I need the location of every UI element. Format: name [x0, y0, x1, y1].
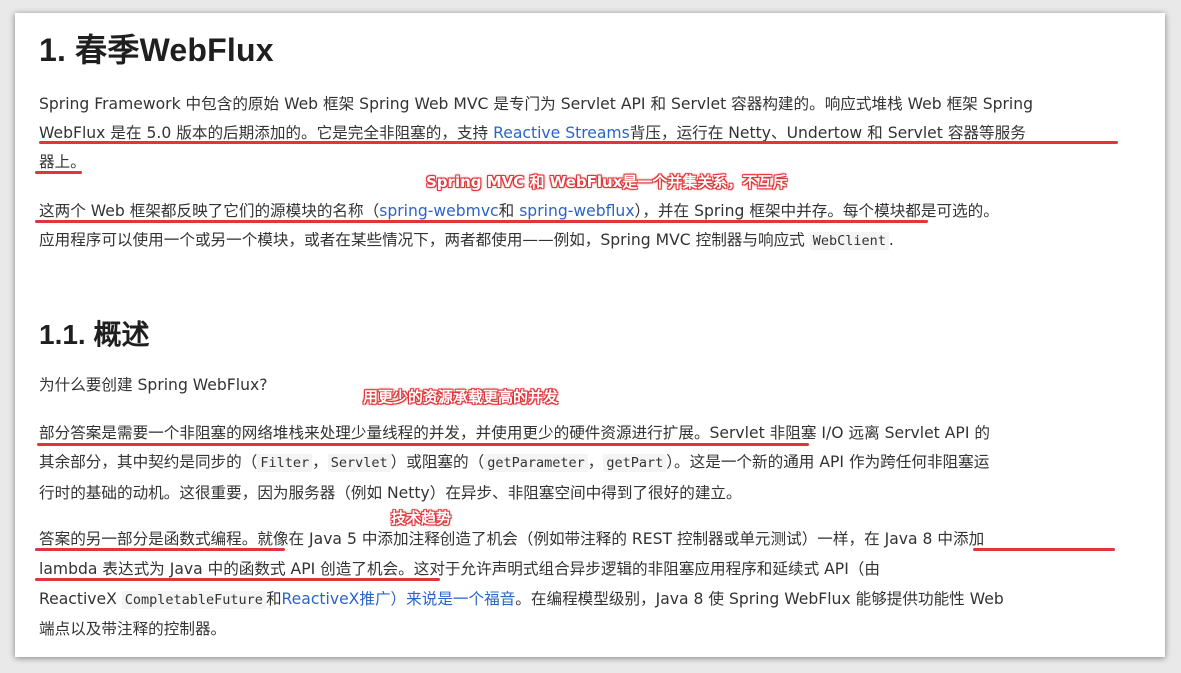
question-text: 为什么要创建 Spring WebFlux? [39, 376, 268, 394]
para2-text: 这两个 Web 框架都反映了它们的源模块的名称（ [39, 202, 380, 220]
underline-mark [973, 548, 1115, 551]
completablefuture-code: CompletableFuture [121, 591, 266, 609]
underline-mark [35, 220, 928, 223]
document-card: 1. 春季WebFlux Spring Framework 中包含的原始 Web… [15, 13, 1165, 657]
para2-text: 和 [498, 202, 520, 220]
underline-mark [35, 171, 82, 174]
reactive-streams-link[interactable]: Reactive Streams [493, 124, 630, 142]
para3-text: ）。这是一个新的通用 API 作为跨任何非阻塞运 [666, 453, 990, 471]
para3-text: ， [312, 453, 328, 471]
para3-line3: 行时的基础的动机。这很重要，因为服务器（例如 Netty）在异步、非阻塞空间中得… [39, 484, 742, 502]
section-title: 1.1. 概述 [39, 319, 150, 350]
para4-text: ReactiveX [39, 590, 122, 608]
underline-mark [35, 548, 285, 551]
getpart-code: getPart [603, 454, 667, 472]
para2-text: . [888, 231, 894, 249]
para2-line2: 应用程序可以使用一个或另一个模块，或者在某些情况下，两者都使用——例如，Spri… [39, 225, 894, 256]
para3-text: ）或阻塞的（ [390, 453, 485, 471]
annotation-concurrency: 用更少的资源承载更高的并发 [363, 388, 559, 406]
spring-webmvc-link[interactable]: spring-webmvc [379, 202, 498, 220]
para4-text: 。在编程模型级别，Java 8 使 Spring WebFlux 能够提供功能性… [515, 590, 1004, 608]
para4-text: 和 [265, 590, 282, 608]
para4-line4: 端点以及带注释的控制器。 [39, 620, 227, 638]
para3-text: ， [587, 453, 604, 471]
para1-line1: Spring Framework 中包含的原始 Web 框架 Spring We… [39, 95, 1034, 113]
para3-line2: 其余部分，其中契约是同步的（ Filter， Servlet ）或阻塞的（ getPar… [39, 447, 989, 478]
annotation-union: Spring MVC 和 WebFlux是一个并集关系，不互斥 [426, 173, 788, 191]
underline-mark [37, 443, 809, 446]
para4-line3: ReactiveX CompletableFuture 和ReactiveX推广）… [39, 584, 1004, 615]
para2-text: ），并在 Spring 框架中并存。每个模块都是可选的。 [634, 202, 999, 220]
page-title: 1. 春季WebFlux [39, 32, 274, 68]
para1-text: 背压，运行在 Netty、Undertow 和 Servlet 容器等服务 [629, 124, 1026, 142]
spring-webflux-link[interactable]: spring-webflux [519, 202, 634, 220]
getparameter-code: getParameter [484, 454, 588, 472]
servlet-code: Servlet [327, 454, 391, 472]
para2-text: 应用程序可以使用一个或另一个模块，或者在某些情况下，两者都使用——例如，Spri… [39, 231, 810, 249]
para1-text: WebFlux 是在 5.0 版本的后期添加的。它是完全非阻塞的，支持 [39, 124, 494, 142]
webclient-code: WebClient [809, 232, 889, 250]
filter-code: Filter [257, 454, 313, 472]
para3-text: 其余部分，其中契约是同步的（ [39, 453, 258, 471]
reactivex-link[interactable]: ReactiveX推广）来说是一个福音 [282, 590, 516, 608]
underline-mark [35, 578, 440, 581]
underline-mark [39, 141, 1118, 144]
